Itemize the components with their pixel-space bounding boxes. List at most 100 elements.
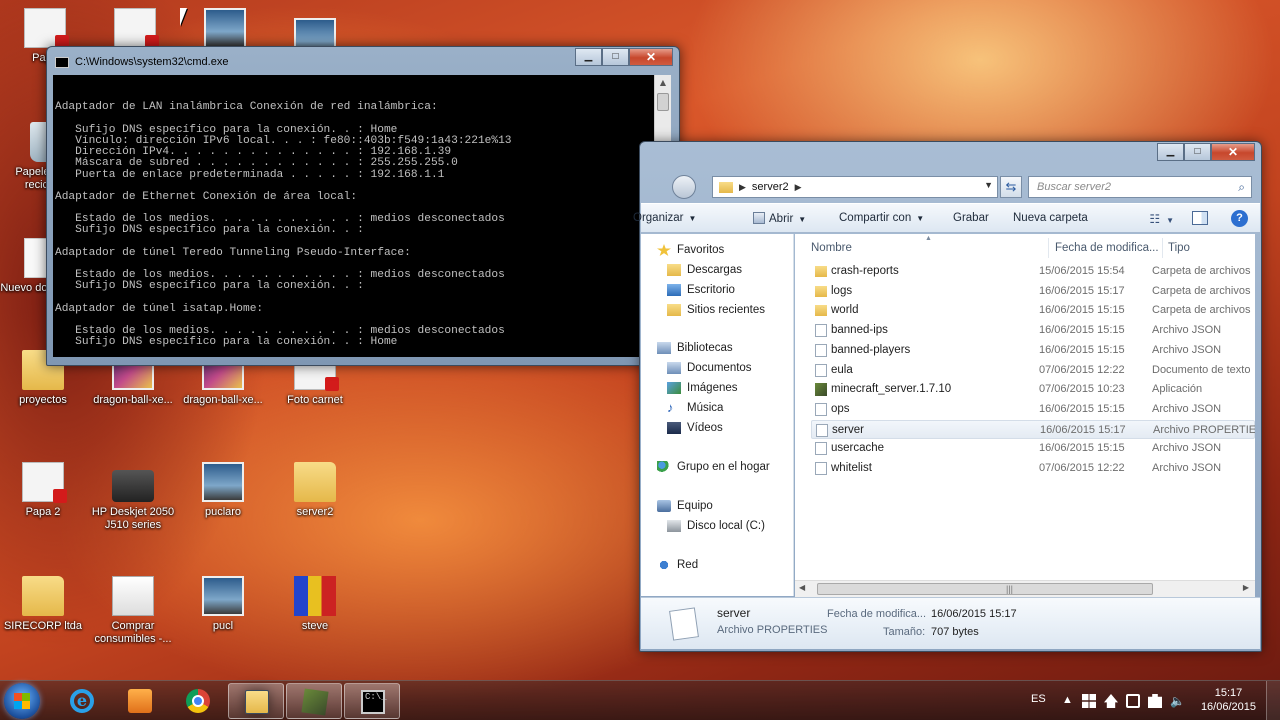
- chevron-up-icon[interactable]: ▲: [1062, 694, 1076, 708]
- horizontal-scroll-thumb[interactable]: |||: [817, 583, 1153, 595]
- column-divider[interactable]: [1162, 238, 1163, 258]
- nav-item-red[interactable]: Red: [657, 559, 698, 571]
- search-icon[interactable]: ⌕: [1238, 180, 1245, 195]
- new-folder-button[interactable]: Nueva carpeta: [1013, 212, 1088, 224]
- column-header-modified[interactable]: Fecha de modifica...: [1055, 242, 1159, 254]
- explorer-minimize-button[interactable]: ▁: [1157, 143, 1184, 161]
- file-name: server: [832, 423, 864, 436]
- taskbar-minecraft-server[interactable]: [286, 683, 342, 719]
- file-row[interactable]: server 16/06/2015 15:17 Archivo PROPERTIES: [811, 419, 1255, 439]
- document-icon: [753, 212, 765, 224]
- chevron-right-icon[interactable]: ▶: [795, 182, 802, 193]
- explorer-close-button[interactable]: ✕: [1211, 143, 1255, 161]
- share-button[interactable]: Compartir con ▼: [839, 212, 924, 224]
- homegroup-tray-icon[interactable]: [1104, 694, 1118, 708]
- cmd-maximize-button[interactable]: □: [602, 48, 629, 66]
- file-row[interactable]: world 16/06/2015 15:15 Carpeta de archivos: [811, 301, 1255, 320]
- nav-item-sitios-recientes[interactable]: Sitios recientes: [667, 304, 765, 316]
- cmd-close-button[interactable]: ✕: [629, 48, 673, 66]
- details-file-type: Archivo PROPERTIES: [717, 624, 828, 636]
- battery-power-icon[interactable]: [1148, 694, 1162, 708]
- file-type: Carpeta de archivos: [1152, 304, 1251, 317]
- scroll-left-icon[interactable]: ◀: [799, 583, 805, 592]
- search-input[interactable]: Buscar server2 ⌕: [1028, 176, 1252, 198]
- column-header-type[interactable]: Tipo: [1168, 242, 1190, 254]
- cmd-output-line: Adaptador de túnel Teredo Tunneling Pseu…: [55, 246, 411, 259]
- taskbar-file-explorer[interactable]: [228, 683, 284, 719]
- chevron-right-icon[interactable]: ▶: [739, 182, 746, 193]
- pdf-icon: [22, 462, 67, 503]
- exe-icon: [815, 383, 827, 397]
- help-button[interactable]: ?: [1231, 210, 1248, 227]
- cmd-minimize-button[interactable]: ▁: [575, 48, 602, 66]
- taskbar-cmd[interactable]: C:\_: [344, 683, 400, 719]
- breadcrumb-server2[interactable]: server2: [752, 181, 789, 193]
- cmd-output-line: Adaptador de LAN inalámbrica Conexión de…: [55, 101, 438, 114]
- preview-pane-icon[interactable]: [1192, 211, 1208, 225]
- taskbar-chrome[interactable]: [170, 683, 226, 719]
- taskbar-internet-explorer[interactable]: e: [54, 683, 110, 719]
- cmd-console[interactable]: Adaptador de LAN inalámbrica Conexión de…: [53, 75, 671, 357]
- desktop-icon[interactable]: Comprar consumibles -...: [88, 576, 178, 646]
- start-button[interactable]: [4, 683, 40, 719]
- nav-item-documentos[interactable]: Documentos: [667, 362, 752, 374]
- cmd-output-line: Adaptador de túnel isatap.Home:: [55, 302, 264, 315]
- scroll-right-icon[interactable]: ▶: [1243, 583, 1249, 592]
- nav-item-grupo-en-el-hogar[interactable]: Grupo en el hogar: [657, 461, 770, 473]
- nav-item-m-sica[interactable]: ♪ Música: [667, 401, 723, 414]
- lib-icon: [667, 362, 681, 374]
- file-row[interactable]: crash-reports 15/06/2015 15:54 Carpeta de …: [811, 262, 1255, 281]
- desktop-icon[interactable]: puclaro: [178, 462, 268, 519]
- file-name: banned-ips: [831, 324, 888, 337]
- file-row[interactable]: ops 16/06/2015 15:15 Archivo JSON: [811, 400, 1255, 419]
- cmd-scroll-thumb[interactable]: [657, 93, 669, 111]
- explorer-maximize-button[interactable]: □: [1184, 143, 1211, 161]
- open-button[interactable]: Abrir ▼: [753, 212, 806, 225]
- nav-item-equipo[interactable]: Equipo: [657, 500, 713, 512]
- system-clock[interactable]: 15:17 16/06/2015: [1201, 686, 1256, 714]
- volume-icon[interactable]: 🔈: [1170, 694, 1185, 708]
- action-center-icon[interactable]: [1126, 694, 1140, 708]
- file-row[interactable]: whitelist 07/06/2015 12:22 Archivo JSON: [811, 459, 1255, 478]
- nav-item-disco-local-c-[interactable]: Disco local (C:): [667, 520, 765, 532]
- desktop-icon[interactable]: pucl: [178, 576, 268, 633]
- view-options-button[interactable]: ☷ ▼: [1149, 212, 1174, 226]
- nav-item-label: Equipo: [677, 500, 713, 512]
- nav-item-descargas[interactable]: Descargas: [667, 264, 742, 276]
- desktop-icon[interactable]: SIRECORP ltda: [0, 576, 88, 633]
- file-row[interactable]: minecraft_server.1.7.10 07/06/2015 10:23 A…: [811, 380, 1255, 399]
- desktop-icon[interactable]: server2: [270, 462, 360, 519]
- windows-flag-tray-icon[interactable]: [1082, 694, 1096, 708]
- explorer-window[interactable]: ▁ □ ✕ ▶ server2 ▶ ▼ ⇆ Buscar server2 ⌕ O…: [633, 141, 1262, 652]
- column-divider[interactable]: [1048, 238, 1049, 258]
- nav-item-v-deos[interactable]: Vídeos: [667, 422, 723, 434]
- chevron-down-icon[interactable]: ▼: [984, 180, 993, 190]
- file-row[interactable]: banned-players 16/06/2015 15:15 Archivo JS…: [811, 341, 1255, 360]
- file-row[interactable]: banned-ips 16/06/2015 15:15 Archivo JSON: [811, 321, 1255, 340]
- cmd-titlebar[interactable]: C:\Windows\system32\cmd.exe ▁ □ ✕: [47, 47, 679, 75]
- cmd-output-line: Máscara de subred . . . . . . . . . . . …: [55, 157, 458, 170]
- show-desktop-button[interactable]: [1266, 681, 1280, 720]
- file-list-horizontal-scrollbar[interactable]: ◀ ||| ▶: [795, 580, 1255, 597]
- desktop-icon[interactable]: Papa 2: [0, 462, 88, 519]
- file-row[interactable]: logs 16/06/2015 15:17 Carpeta de archivos: [811, 282, 1255, 301]
- file-modified: 07/06/2015 12:22: [1039, 363, 1125, 376]
- language-indicator[interactable]: ES: [1031, 693, 1046, 720]
- back-button[interactable]: [672, 175, 696, 199]
- nav-item-favoritos[interactable]: Favoritos: [657, 244, 724, 256]
- column-header-name[interactable]: Nombre: [811, 242, 852, 254]
- desktop-icon[interactable]: HP Deskjet 2050 J510 series: [88, 462, 178, 532]
- nav-item-im-genes[interactable]: Imágenes: [667, 382, 738, 394]
- burn-button[interactable]: Grabar: [953, 212, 989, 224]
- file-row[interactable]: eula 07/06/2015 12:22 Documento de texto: [811, 361, 1255, 380]
- file-row[interactable]: usercache 16/06/2015 15:15 Archivo JSON: [811, 439, 1255, 458]
- taskbar-media-player[interactable]: [112, 683, 168, 719]
- nav-item-escritorio[interactable]: Escritorio: [667, 284, 735, 296]
- desktop-icon[interactable]: steve: [270, 576, 360, 633]
- scroll-up-icon[interactable]: ▲: [657, 77, 669, 89]
- address-bar[interactable]: ▶ server2 ▶ ▼: [712, 176, 998, 198]
- organize-button[interactable]: Organizar ▼: [633, 212, 696, 224]
- cmd-window[interactable]: C:\Windows\system32\cmd.exe ▁ □ ✕ Adapta…: [46, 46, 680, 366]
- refresh-button[interactable]: ⇆: [1000, 176, 1022, 198]
- nav-item-bibliotecas[interactable]: Bibliotecas: [657, 342, 733, 354]
